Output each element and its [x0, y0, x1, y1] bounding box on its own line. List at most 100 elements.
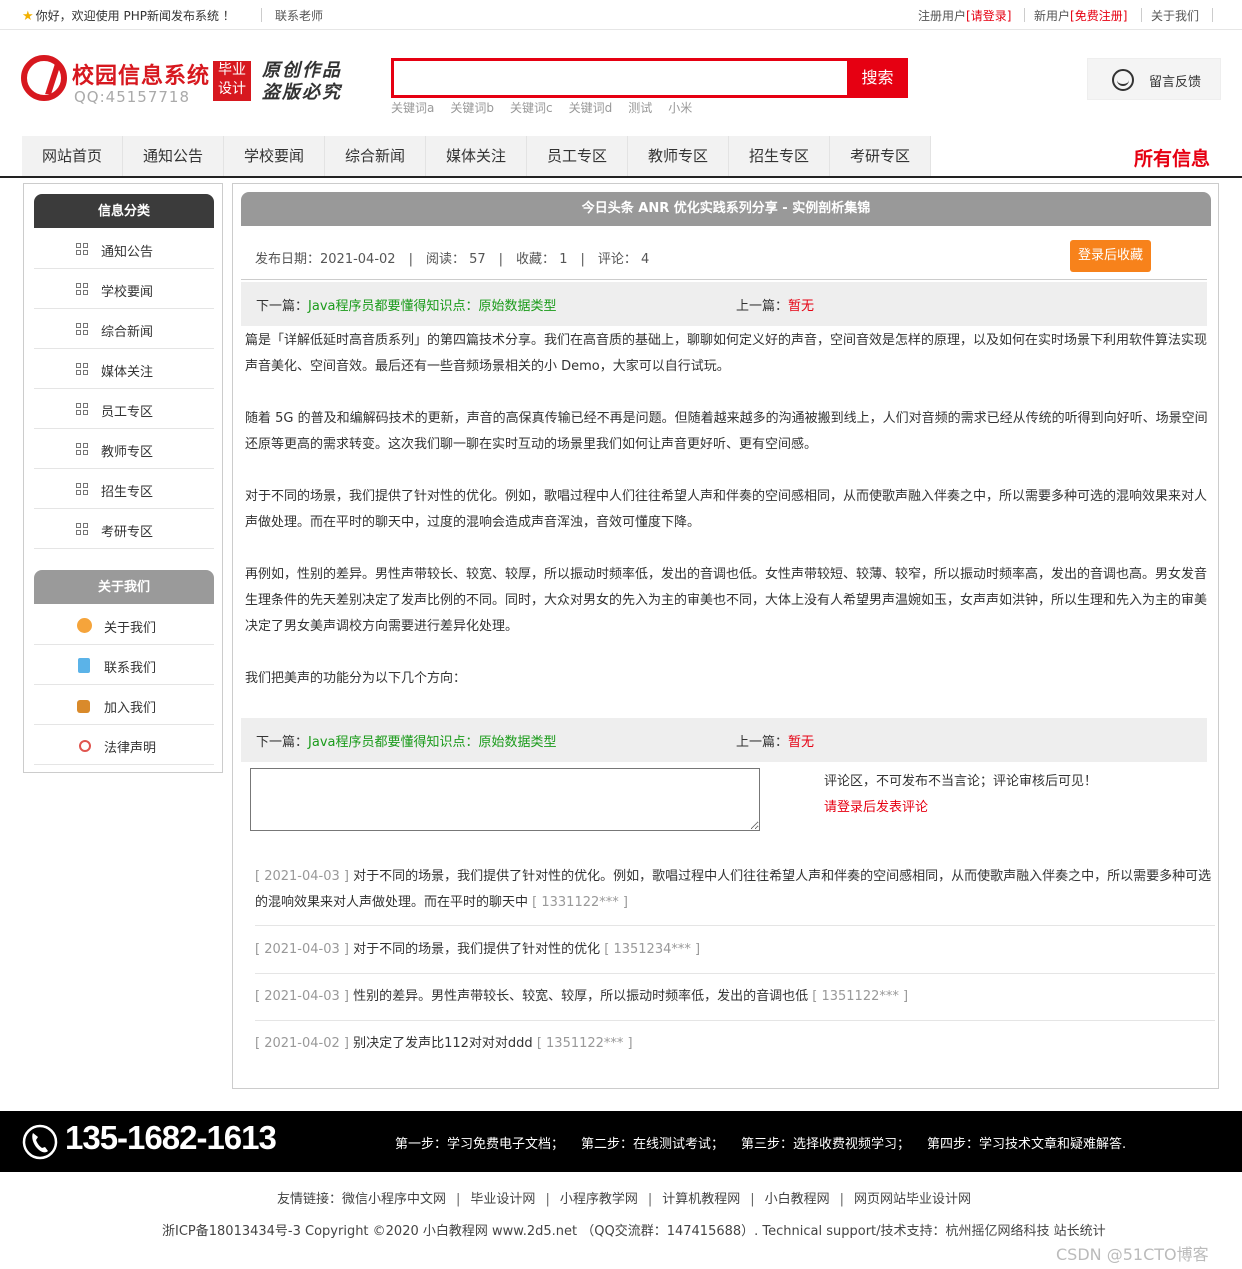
phone-number: 135-1682-1613	[65, 1119, 277, 1156]
divider	[261, 8, 262, 22]
sidebar-item-teacher[interactable]: 教师专区	[34, 429, 214, 469]
badge-top-text: 毕业	[218, 62, 246, 78]
category-heading: 信息分类	[34, 194, 214, 228]
sidebar-item-label: 媒体关注	[101, 365, 154, 380]
friend-link[interactable]: 微信小程序中文网	[342, 1192, 446, 1207]
power-icon	[79, 740, 91, 752]
nav-item-media[interactable]: 媒体关注	[426, 136, 527, 176]
friend-link[interactable]: 小程序教学网	[560, 1192, 638, 1207]
favorite-button[interactable]: 登录后收藏	[1070, 240, 1151, 272]
keyword-link[interactable]: 关键词b	[450, 101, 494, 115]
fav-count: 1	[559, 252, 568, 267]
register-link[interactable]: [免费注册]	[1070, 9, 1127, 23]
comment-date: [ 2021-04-03 ]	[255, 989, 349, 1004]
sidebar-item-admission[interactable]: 招生专区	[34, 469, 214, 509]
all-info-link[interactable]: 所有信息	[1134, 144, 1210, 171]
sidebar-item-label: 关于我们	[104, 621, 157, 636]
article-paragraph: 篇是「详解低延时高音质系列」的第四篇技术分享。我们在高音质的基础上，聊聊如何定义…	[245, 333, 1208, 374]
comment-user: [ 1351122*** ]	[536, 1036, 633, 1051]
friend-link[interactable]: 网页网站毕业设计网	[854, 1192, 971, 1207]
comment-login-link[interactable]: 请登录后发表评论	[824, 796, 928, 815]
search-button[interactable]: 搜索	[847, 61, 908, 95]
about-us-link[interactable]: 关于我们	[1151, 7, 1199, 24]
next-article-link[interactable]: Java程序员都要懂得知识点：原始数据类型	[308, 735, 556, 750]
prev-label: 上一篇：	[736, 299, 789, 314]
sidebar-item-legal[interactable]: 法律声明	[34, 725, 214, 765]
nav-item-postgraduate[interactable]: 考研专区	[830, 136, 931, 176]
search-input[interactable]	[394, 61, 846, 95]
keyword-link[interactable]: 小米	[668, 101, 692, 115]
sidebar-item-general-news[interactable]: 综合新闻	[34, 309, 214, 349]
sidebar-item-media[interactable]: 媒体关注	[34, 349, 214, 389]
sidebar-item-join[interactable]: 加入我们	[34, 685, 214, 725]
article-paragraph: 随着 5G 的普及和编解码技术的更新，声音的高保真传输已经不再是问题。但随着越来…	[245, 411, 1208, 452]
sidebar-item-staff[interactable]: 员工专区	[34, 389, 214, 429]
watermark: CSDN @51CTO博客	[1056, 1245, 1209, 1264]
keyword-link[interactable]: 关键词c	[510, 101, 553, 115]
friend-link[interactable]: 小白教程网	[765, 1192, 830, 1207]
sidebar-item-label: 员工专区	[101, 405, 154, 420]
links-label: 友情链接：	[277, 1192, 343, 1207]
contact-teacher-link[interactable]: 联系老师	[275, 7, 323, 24]
comment-text: 对于不同的场景，我们提供了针对性的优化。例如，歌唱过程中人们往往希望人声和伴奏的…	[255, 869, 1212, 910]
read-count: 57	[469, 252, 486, 267]
prev-article-link[interactable]: 暂无	[788, 299, 814, 314]
sidebar-item-contact[interactable]: 联系我们	[34, 645, 214, 685]
about-heading: 关于我们	[34, 570, 214, 604]
lock-icon	[77, 700, 90, 713]
nav-item-admission[interactable]: 招生专区	[729, 136, 830, 176]
sidebar-item-label: 学校要闻	[101, 285, 154, 300]
grid-icon	[76, 483, 88, 495]
comment-item: [ 2021-04-03 ] 性别的差异。男性声带较长、较宽、较厚，所以振动时频…	[255, 984, 1215, 1021]
divider	[1024, 8, 1025, 22]
keyword-link[interactable]: 测试	[628, 101, 652, 115]
comment-user: [ 1331122*** ]	[532, 895, 628, 910]
prev-article: 上一篇：暂无	[736, 731, 814, 750]
slogan-top: 原创作品	[262, 60, 342, 81]
sidebar-item-postgraduate[interactable]: 考研专区	[34, 509, 214, 549]
nav-item-school-news[interactable]: 学校要闻	[224, 136, 325, 176]
hot-keywords: 关键词a 关键词b 关键词c 关键词d 测试 小米	[391, 99, 708, 116]
prev-article-link[interactable]: 暂无	[788, 735, 814, 750]
logo-icon[interactable]	[21, 55, 67, 101]
feedback-button[interactable]: 留言反馈	[1087, 58, 1221, 100]
nav-item-general-news[interactable]: 综合新闻	[325, 136, 426, 176]
step-text: 第四步：学习技术文章和疑难解答.	[927, 1137, 1127, 1152]
next-article-link[interactable]: Java程序员都要懂得知识点：原始数据类型	[308, 299, 556, 314]
feedback-label: 留言反馈	[1149, 75, 1202, 90]
site-title[interactable]: 校园信息系统	[72, 58, 210, 90]
grid-icon	[76, 323, 88, 335]
copyright-text: 浙ICP备18013434号-3 Copyright ©2020 小白教程网 w…	[162, 1224, 1106, 1239]
login-link[interactable]: [请登录]	[966, 9, 1011, 23]
sidebar-item-about[interactable]: 关于我们	[34, 605, 214, 645]
nav-item-teacher[interactable]: 教师专区	[628, 136, 729, 176]
nav-item-notice[interactable]: 通知公告	[123, 136, 224, 176]
site-qq: QQ:45157718	[74, 88, 191, 106]
friend-link[interactable]: 毕业设计网	[470, 1192, 535, 1207]
divider	[241, 279, 1207, 280]
sidebar-item-school-news[interactable]: 学校要闻	[34, 269, 214, 309]
new-user-label: 新用户	[1034, 9, 1071, 23]
keyword-link[interactable]: 关键词a	[391, 101, 434, 115]
comment-textarea[interactable]	[250, 768, 760, 831]
comment-item: [ 2021-04-03 ] 对于不同的场景，我们提供了针对性的优化 [ 135…	[255, 937, 1215, 974]
sidebar-item-label: 考研专区	[101, 525, 154, 540]
sidebar-item-label: 招生专区	[101, 485, 154, 500]
comment-label: 评论：	[597, 252, 637, 267]
divider	[1141, 8, 1142, 22]
sidebar-item-notice[interactable]: 通知公告	[34, 229, 214, 269]
friend-link[interactable]: 计算机教程网	[662, 1192, 740, 1207]
grid-icon	[76, 403, 88, 415]
grid-icon	[76, 243, 88, 255]
keyword-link[interactable]: 关键词d	[569, 101, 613, 115]
nav-item-home[interactable]: 网站首页	[22, 136, 123, 176]
document-icon	[78, 658, 90, 673]
friend-links: 友情链接：微信小程序中文网 | 毕业设计网 | 小程序教学网 | 计算机教程网 | 小白教程网 |…	[277, 1192, 972, 1207]
article-paragraph: 对于不同的场景，我们提供了针对性的优化。例如，歌唱过程中人们往往希望人声和伴奏的…	[245, 489, 1208, 530]
comment-date: [ 2021-04-03 ]	[255, 942, 349, 957]
comment-user: [ 1351122*** ]	[812, 989, 909, 1004]
register-area: 新用户[免费注册]	[1034, 7, 1127, 24]
grid-icon	[76, 363, 88, 375]
nav-item-staff[interactable]: 员工专区	[527, 136, 628, 176]
sidebar-item-label: 通知公告	[101, 245, 154, 260]
